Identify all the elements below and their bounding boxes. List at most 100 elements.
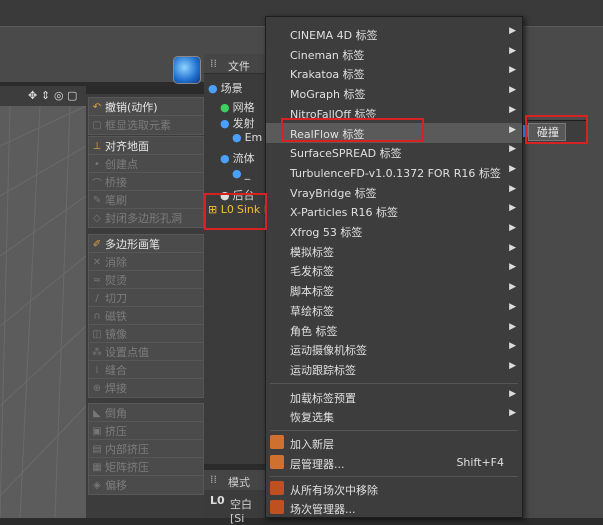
tag-menu-item-label: 加载标签预置	[290, 392, 356, 405]
submenu-arrow-icon: ▶	[509, 144, 516, 155]
viewport-context-menu: ↶ 撤销(动作) ▢ 框显选取元素 ⊥ 对齐地面 • 创建点 ⌒ 桥接 ✎ 笔刷 ◇ 封闭多边形孔洞 ✐ 多边…	[86, 94, 204, 518]
tag-menu-item-label: 运动跟踪标签	[290, 363, 356, 377]
tag-menu-item[interactable]: CINEMA 4D 标签 ▶	[266, 24, 522, 44]
context-menu-item-label: 创建点	[105, 158, 138, 171]
context-menu-item: ▦ 矩阵挤压	[88, 457, 204, 477]
polygon-pen-icon: ✐	[92, 238, 102, 250]
submenu-arrow-icon: ▶	[509, 389, 516, 399]
tag-menu-item[interactable]: 运动摄像机标签 ▶	[266, 339, 522, 359]
tag-menu-item[interactable]: TurbulenceFD-v1.0.1372 FOR R16 标签 ▶	[266, 162, 522, 182]
tag-menu-item[interactable]: 脚本标签 ▶	[266, 280, 522, 300]
object-tree-item[interactable]: ● 发射	[220, 115, 255, 131]
submenu-arrow-icon: ▶	[509, 45, 516, 56]
mirror-icon: ◫	[92, 328, 102, 340]
tag-menu-item[interactable]: 草绘标签 ▶	[266, 300, 522, 320]
tag-menu-item-label: Krakatoa 标签	[290, 68, 365, 82]
context-menu-item: ∕ 切刀	[88, 288, 204, 308]
context-menu-item-label: 多边形画笔	[105, 238, 160, 251]
tag-menu-item-label: Cineman 标签	[290, 48, 365, 62]
move-icon[interactable]: ✥	[28, 89, 37, 102]
tag-menu-item[interactable]: 加载标签预置 ▶	[266, 387, 522, 407]
submenu-arrow-icon: ▶	[509, 203, 516, 214]
frame-icon[interactable]: ▢	[67, 89, 77, 102]
close-hole-icon: ◇	[93, 212, 101, 224]
context-menu-item: ≈ 熨烫	[88, 270, 204, 290]
object-tree-item[interactable]: ● _	[232, 167, 250, 180]
grid-lines	[0, 105, 86, 518]
viewport[interactable]	[0, 86, 86, 518]
extrude-icon: ▣	[92, 425, 102, 437]
tag-menu-item-label: SurfaceSPREAD 标签	[290, 147, 402, 161]
brush-icon: ✎	[92, 194, 102, 206]
tag-menu-item-label: 草绘标签	[290, 304, 334, 318]
menu-separator	[270, 476, 518, 477]
submenu-arrow-icon: ▶	[509, 341, 516, 352]
tag-menu-item[interactable]: 恢复选集 ▶	[266, 406, 522, 426]
arrows-icon[interactable]: ⇕	[41, 89, 50, 102]
context-menu-item: ▢ 框显选取元素	[88, 115, 204, 135]
tag-menu-item[interactable]: SurfaceSPREAD 标签 ▶	[266, 142, 522, 162]
context-menu-item-label: 镜像	[105, 328, 127, 341]
highlight-box-sink	[204, 193, 267, 230]
tag-menu-item[interactable]: 层管理器... Shift+F4	[266, 453, 522, 473]
tag-menu-item[interactable]: Xfrog 53 标签 ▶	[266, 221, 522, 241]
context-menu-item: ▣ 挤压	[88, 421, 204, 441]
context-menu-item: ◫ 镜像	[88, 324, 204, 344]
sphere-icon[interactable]	[173, 56, 201, 84]
object-tree-label: 流体	[232, 152, 255, 165]
object-tree-item[interactable]: ● 场景	[208, 80, 243, 96]
submenu-arrow-icon: ▶	[509, 65, 516, 76]
null-object-icon: L0	[210, 494, 225, 507]
tag-menu-item[interactable]: 从所有场次中移除	[266, 479, 522, 499]
context-menu-item-label: 倒角	[105, 407, 127, 420]
camera-icon[interactable]: ◎	[54, 89, 64, 102]
tag-menu-item[interactable]: X-Particles R16 标签 ▶	[266, 201, 522, 221]
tag-menu-item[interactable]: 加入新层	[266, 433, 522, 453]
tag-menu-item[interactable]: Cineman 标签 ▶	[266, 44, 522, 64]
object-tree-item[interactable]: ● 流体	[220, 150, 255, 166]
tag-menu-item[interactable]: Krakatoa 标签 ▶	[266, 63, 522, 83]
context-menu-item[interactable]: ↶ 撤销(动作)	[88, 97, 204, 117]
layer-add-icon	[270, 435, 284, 449]
weld-icon: ⊕	[92, 382, 102, 394]
context-menu-item: • 创建点	[88, 154, 204, 174]
tag-menu-item-label: 模拟标签	[290, 245, 334, 259]
tag-menu-item[interactable]: VrayBridge 标签 ▶	[266, 182, 522, 202]
context-menu-item-label: 框显选取元素	[105, 119, 171, 132]
set-value-icon: ⁂	[92, 346, 102, 358]
point-icon: •	[94, 158, 100, 170]
object-tree-label: 网格	[232, 101, 255, 114]
highlight-box-realflow	[281, 118, 424, 142]
object-icon: ●	[220, 152, 230, 165]
tag-menu-item[interactable]: 角色 标签 ▶	[266, 320, 522, 340]
submenu-arrow-icon: ▶	[509, 163, 516, 174]
object-tree-item[interactable]: ● 网格	[220, 99, 255, 115]
tag-menu-item-label: CINEMA 4D 标签	[290, 29, 378, 42]
context-menu-item[interactable]: ⊥ 对齐地面	[88, 136, 204, 156]
tag-menu-item[interactable]: MoGraph 标签 ▶	[266, 83, 522, 103]
tag-menu-item[interactable]: 场次管理器...	[266, 498, 522, 518]
tag-menu-item[interactable]: 运动跟踪标签 ▶	[266, 359, 522, 379]
take-manager-icon	[270, 500, 284, 514]
menu-separator	[270, 430, 518, 431]
context-menu-item: ◇ 封闭多边形孔洞	[88, 208, 204, 228]
tag-menu-item[interactable]: 毛发标签 ▶	[266, 260, 522, 280]
stitch-icon: ⁞	[95, 364, 99, 376]
menu-file[interactable]: 文件	[228, 58, 250, 74]
context-menu-item: ⁞ 缝合	[88, 360, 204, 380]
context-menu-item[interactable]: ✐ 多边形画笔	[88, 234, 204, 254]
object-icon: ●	[208, 82, 218, 95]
object-tree-label: Em	[244, 131, 263, 144]
object-tree-item[interactable]: ● Em	[232, 131, 262, 144]
align-ground-icon: ⊥	[92, 140, 102, 152]
context-menu-item: ✕ 消除	[88, 252, 204, 272]
object-icon: ●	[220, 101, 230, 114]
submenu-arrow-icon: ▶	[509, 223, 516, 233]
submenu-arrow-icon: ▶	[509, 242, 516, 253]
tag-menu-item[interactable]: 模拟标签 ▶	[266, 241, 522, 261]
submenu-arrow-icon: ▶	[509, 124, 516, 135]
tag-menu-item-label: 从所有场次中移除	[290, 484, 378, 497]
submenu-arrow-icon: ▶	[509, 282, 516, 293]
tag-menu-item-label: 加入新层	[290, 438, 334, 451]
attributes-tab-mode[interactable]: 模式	[228, 474, 250, 490]
